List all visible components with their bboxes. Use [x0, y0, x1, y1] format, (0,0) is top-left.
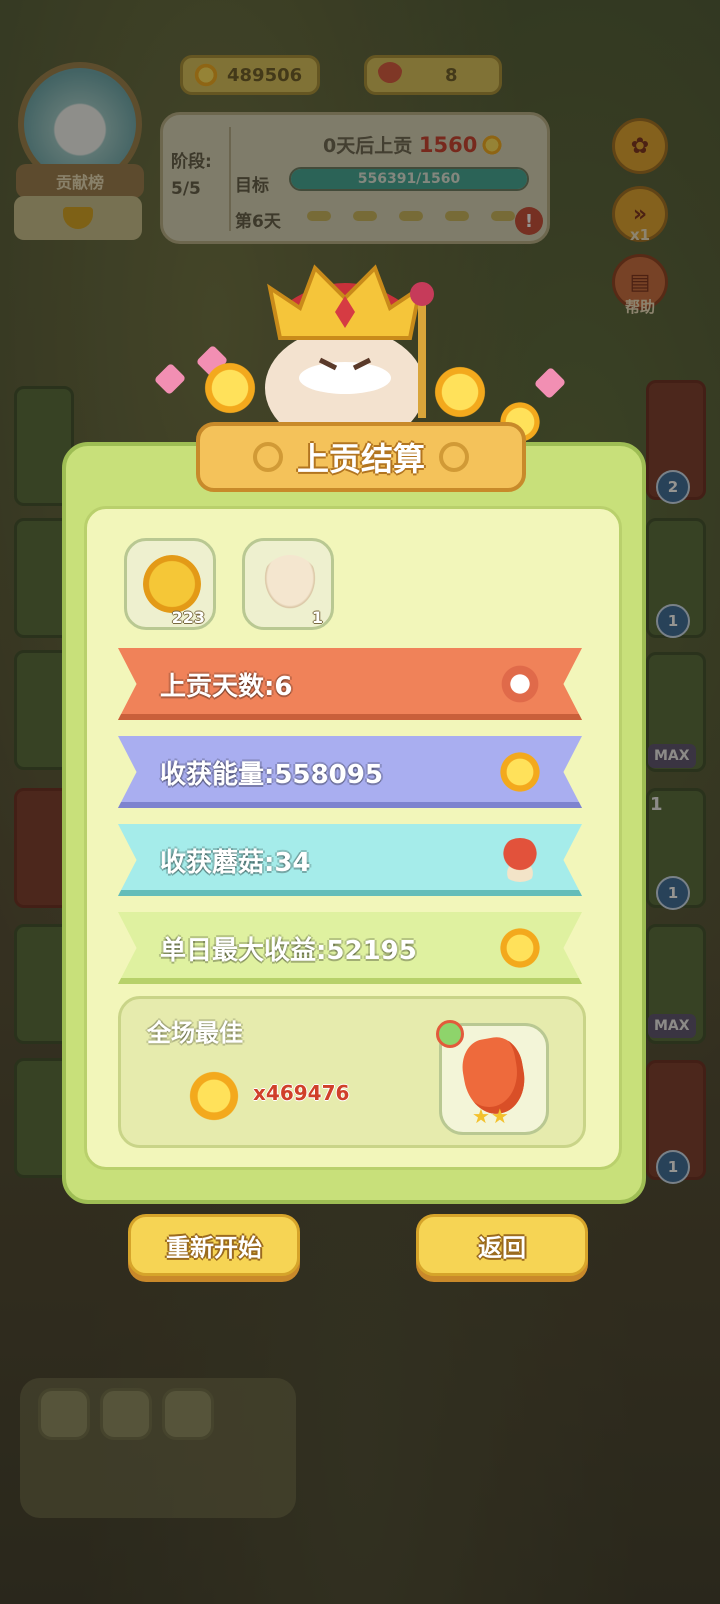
gold-mushroom-coin-icon: [143, 555, 201, 613]
mvp-value: x469476: [253, 1081, 350, 1105]
mushroom-egg-icon: [261, 555, 319, 613]
stat-label: 上贡天数:6: [160, 671, 293, 702]
result-title-banner: 上贡结算: [196, 422, 526, 492]
swirl-icon: [439, 442, 469, 472]
stat-label: 单日最大收益:52195: [160, 935, 417, 966]
stat-row-max-daily: 单日最大收益:52195: [118, 912, 582, 984]
stat-label: 收获蘑菇:34: [160, 847, 311, 878]
mvp-character-card[interactable]: ★★: [436, 1020, 549, 1135]
sun-icon: [498, 926, 542, 970]
reward-count: 1: [311, 608, 323, 627]
stopwatch-icon: [498, 662, 542, 706]
red-mushroom-icon: [498, 838, 542, 882]
stat-row-energy: 收获能量:558095: [118, 736, 582, 808]
sun-icon: [498, 750, 542, 794]
back-button[interactable]: 返回: [416, 1214, 588, 1276]
restart-button[interactable]: 重新开始: [128, 1214, 300, 1276]
star-rating: ★★: [472, 1104, 510, 1128]
leaf-badge-icon: [436, 1020, 464, 1048]
stat-row-mushrooms: 收获蘑菇:34: [118, 824, 582, 896]
reward-slot-egg[interactable]: 1: [242, 538, 334, 630]
stat-row-tribute-days: 上贡天数:6: [118, 648, 582, 720]
reward-slot-coin[interactable]: 223: [124, 538, 216, 630]
sun-icon: [187, 1069, 241, 1123]
mvp-title: 全场最佳: [147, 1019, 243, 1047]
result-title: 上贡结算: [296, 440, 425, 478]
swirl-icon: [252, 442, 283, 472]
stat-label: 收获能量:558095: [160, 759, 383, 790]
mushroom-king-character: [265, 264, 434, 438]
reward-count: 223: [171, 608, 205, 627]
mvp-box: 全场最佳 x469476 ★★: [118, 996, 586, 1148]
